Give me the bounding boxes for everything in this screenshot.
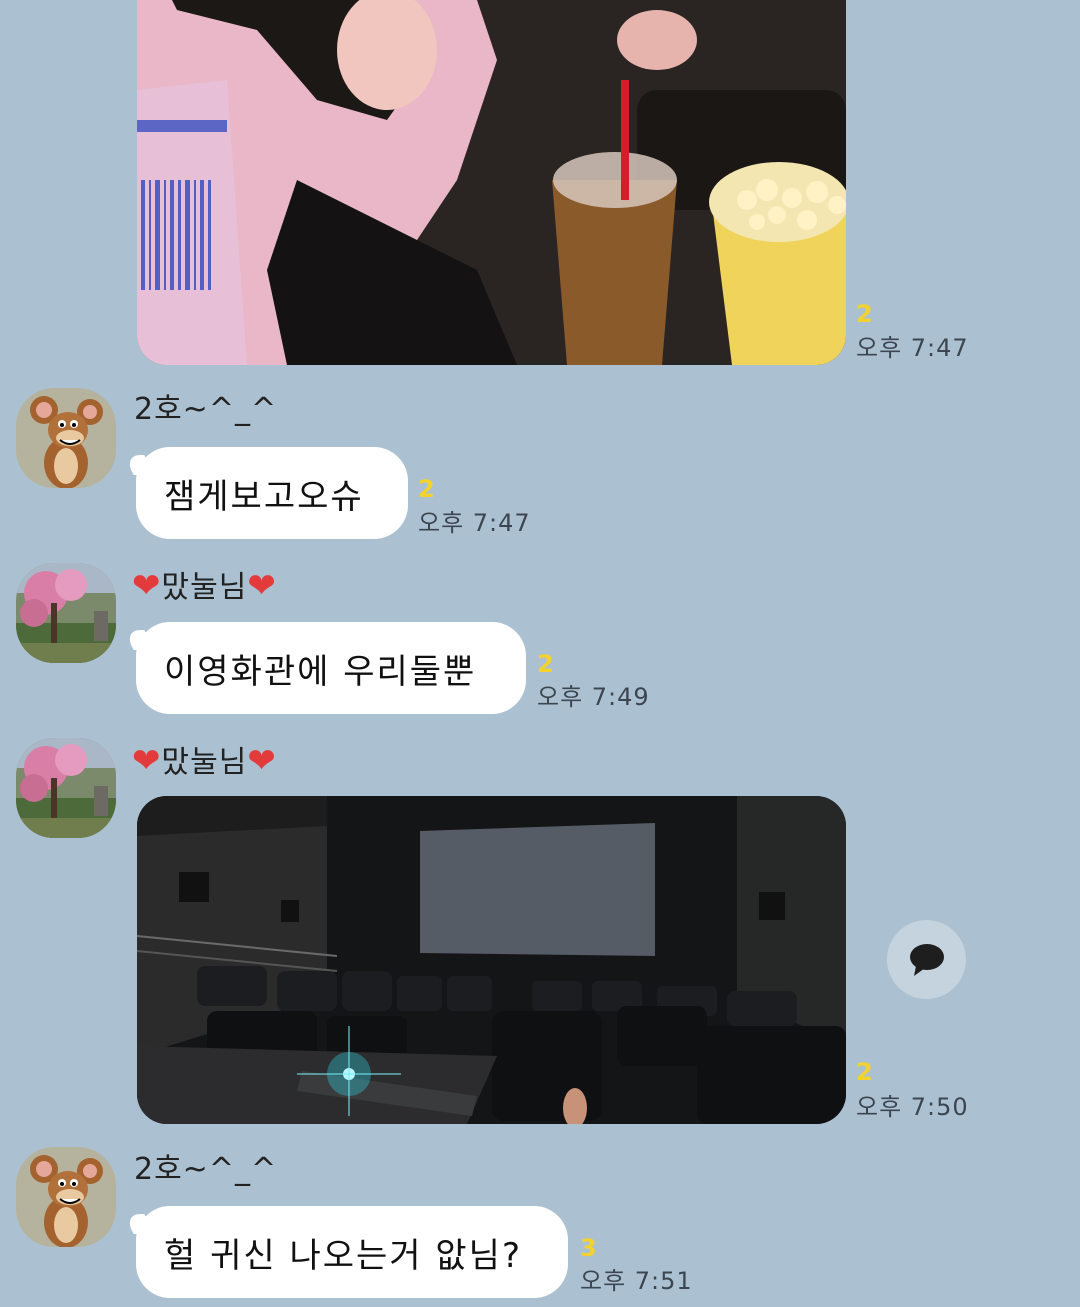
avatar[interactable] [16,1147,116,1247]
unread-count: 2 [418,475,435,503]
sender-name-text: 2호~^_^ [134,1152,278,1187]
sender-name-text: 맜눌님 [161,570,248,605]
message-time: 오후 7:47 [418,509,531,537]
heart-icon: ❤ [247,741,277,781]
message-time: 오후 7:50 [856,1093,969,1121]
avatar[interactable] [16,388,116,488]
message-text: 이영화관에 우리둘뿐 [164,651,477,692]
photo-popcorn-drink-image [137,0,846,365]
speech-bubble-icon [909,943,944,976]
message-text: 헐 귀신 나오는거 앖님? [164,1235,522,1276]
sender-name-text: 2호~^_^ [134,392,278,427]
message-text: 잼게보고오슈 [164,476,364,517]
unread-count: 2 [537,650,554,678]
unread-count: 3 [580,1234,597,1262]
cartoon-mouse-avatar-icon [16,388,116,488]
message-bubble[interactable]: 잼게보고오슈 [136,447,408,539]
message-bubble[interactable]: 헐 귀신 나오는거 앖님? [136,1206,568,1298]
photo-message-popcorn[interactable] [137,0,846,365]
sender-name: ❤맜눌님❤ [132,741,277,783]
unread-count: 2 [856,1058,873,1086]
photo-message-theater[interactable] [137,796,846,1124]
message-time: 오후 7:49 [537,683,650,711]
avatar[interactable] [16,563,116,663]
avatar[interactable] [16,738,116,838]
photo-empty-theater-image [137,796,846,1124]
blossom-tree-avatar-icon [16,563,116,663]
comment-button[interactable] [887,920,966,999]
blossom-tree-avatar-icon [16,738,116,838]
sender-name: ❤맜눌님❤ [132,566,277,608]
sender-name: 2호~^_^ [134,390,277,430]
sender-name-text: 맜눌님 [161,745,248,780]
heart-icon: ❤ [247,566,277,606]
message-time: 오후 7:51 [580,1267,693,1295]
sender-name: 2호~^_^ [134,1150,277,1190]
unread-count: 2 [856,300,873,328]
heart-icon: ❤ [132,741,162,781]
message-time: 오후 7:47 [856,334,969,362]
message-bubble[interactable]: 이영화관에 우리둘뿐 [136,622,526,714]
heart-icon: ❤ [132,566,162,606]
cartoon-mouse-avatar-icon [16,1147,116,1247]
